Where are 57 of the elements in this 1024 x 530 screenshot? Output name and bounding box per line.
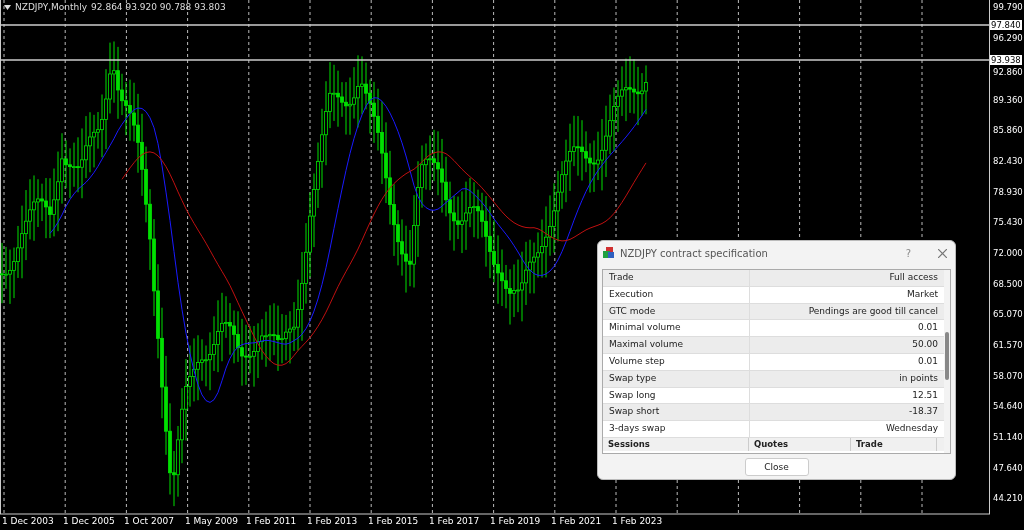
spec-label: Execution: [603, 286, 750, 303]
column-header: Sessions: [603, 437, 749, 451]
price-label: 47.640: [992, 463, 1024, 473]
price-label: 89.360: [992, 95, 1024, 105]
price-label: 85.860: [992, 125, 1024, 135]
spec-value: in points: [898, 371, 939, 385]
spec-label: Maximal volume: [603, 337, 750, 353]
spec-label: 3-days swap: [603, 421, 750, 437]
column-header: Trade: [851, 437, 937, 451]
date-label: 1 Feb 2015: [368, 516, 419, 526]
price-label: 65.070: [992, 309, 1024, 319]
price-label: 99.790: [992, 2, 1024, 12]
dialog-title: NZDJPY contract specification: [620, 247, 769, 259]
spec-value: Market: [906, 287, 939, 301]
price-label: 58.070: [992, 371, 1024, 381]
spec-label: Swap short: [603, 404, 750, 421]
date-label: 1 Feb 2019: [490, 516, 541, 526]
price-marker: 97.840: [990, 20, 1022, 30]
price-label: 96.290: [992, 33, 1024, 43]
price-label: 72.000: [992, 248, 1024, 258]
spec-value: 12.51: [911, 388, 939, 402]
spec-label: Swap type: [603, 370, 750, 387]
spec-label: Trade: [603, 270, 750, 286]
spec-label: Swap long: [603, 387, 750, 404]
price-label: 51.140: [992, 432, 1024, 442]
ohlc-values: 92.864 93.920 90.788 93.803: [91, 2, 226, 12]
price-label: 44.210: [992, 493, 1024, 503]
spec-label: GTC mode: [603, 303, 750, 320]
close-button[interactable]: Close: [744, 457, 809, 476]
price-label: 78.930: [992, 187, 1024, 197]
spec-value: Full access: [888, 271, 939, 284]
price-label: 82.430: [992, 156, 1024, 166]
spec-value: 0.01: [916, 321, 939, 335]
price-label: 68.500: [992, 279, 1024, 289]
price-marker: 93.938: [990, 55, 1022, 65]
date-label: 1 Feb 2011: [246, 516, 297, 526]
date-label: 1 Feb 2023: [612, 516, 663, 526]
chart-title: NZDJPY,Monthly: [15, 2, 88, 12]
spec-value: Pendings are good till cancel: [807, 304, 939, 318]
price-label: 61.570: [992, 340, 1024, 350]
date-label: 1 Dec 2003: [2, 516, 54, 526]
price-label: 54.640: [992, 401, 1024, 411]
spec-label: Volume step: [603, 354, 750, 370]
spec-value: 50.00: [911, 338, 939, 352]
spec-label: Minimal volume: [603, 320, 750, 337]
column-header: Quotes: [749, 437, 851, 451]
date-label: 1 Dec 2005: [63, 516, 115, 526]
spec-value: Wednesday: [884, 422, 939, 436]
date-label: 1 Feb 2013: [307, 516, 358, 526]
price-label: 75.430: [992, 217, 1024, 227]
date-label: 1 Oct 2007: [124, 516, 174, 526]
date-label: 1 May 2009: [185, 516, 238, 526]
date-label: 1 Feb 2021: [551, 516, 602, 526]
spec-value: 0.01: [916, 355, 939, 368]
spec-value: -18.37: [908, 405, 939, 419]
date-label: 1 Feb 2017: [429, 516, 480, 526]
price-label: 92.860: [992, 67, 1024, 77]
